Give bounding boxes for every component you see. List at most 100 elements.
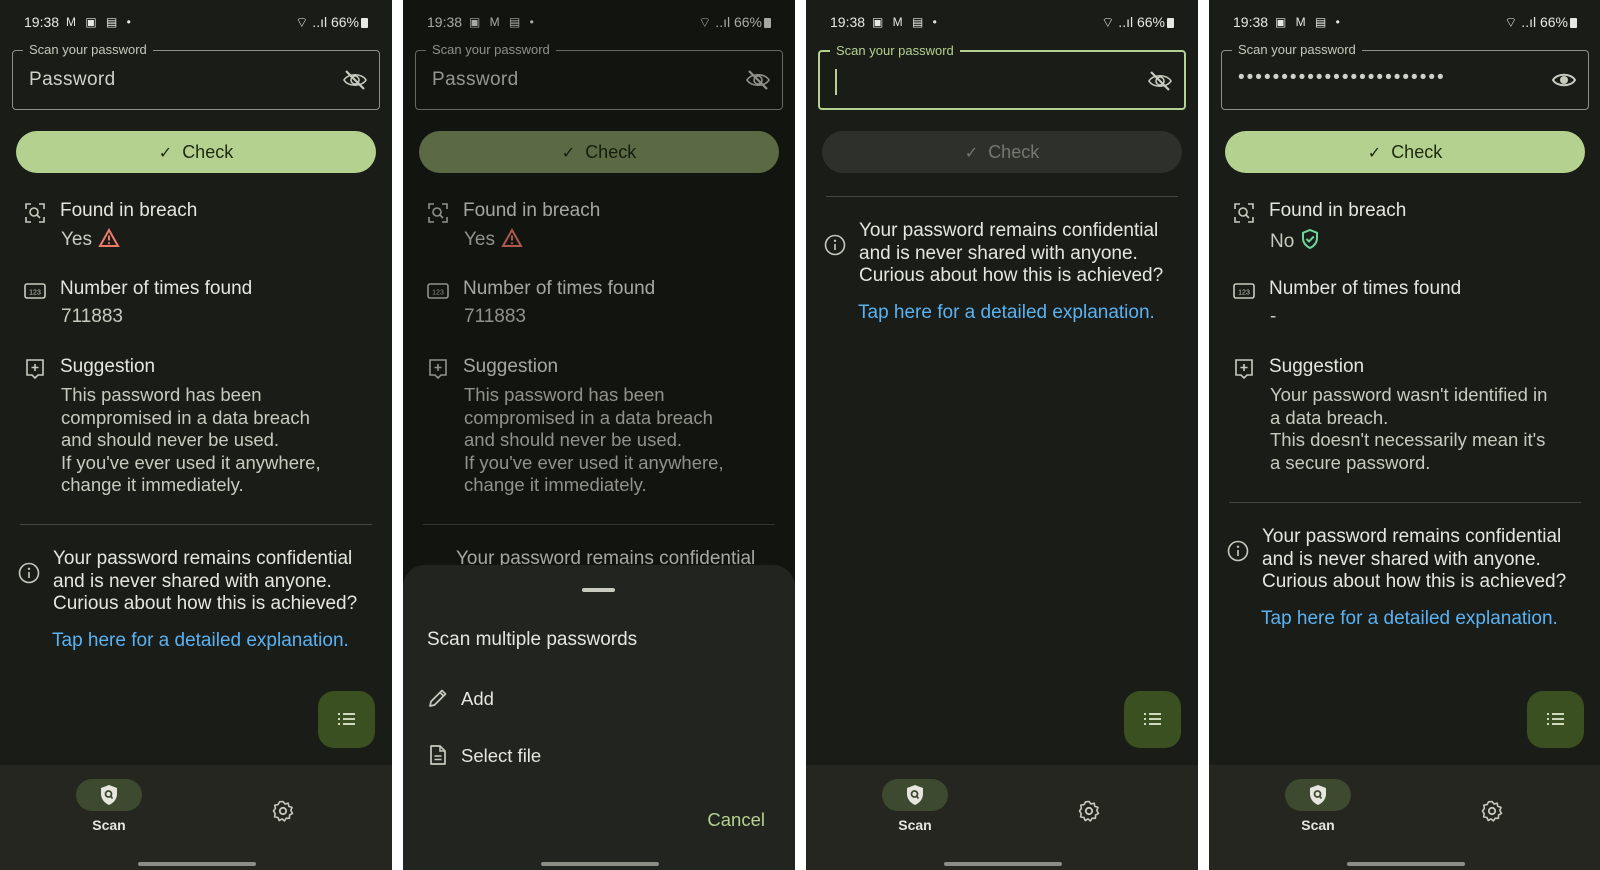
add-option-label: Add [461,688,494,709]
scan-frame-icon [25,203,45,223]
suggestion-text: Your password wasn't identified in a dat… [1270,384,1548,473]
sheet-drag-handle[interactable] [582,588,615,592]
explanation-link[interactable]: Tap here for a detailed explanation. [858,302,1155,324]
screen-not-found: 19:38 ▣ M ▤ • ⌔ ..ıl 66% Scan your passw… [1209,0,1600,870]
check-button-label: Check [988,142,1040,162]
notification-icons: ▣ M ▤ • [1275,15,1343,29]
sheet-title: Scan multiple passwords [427,629,638,650]
password-input-label: Scan your password [23,42,153,57]
password-input-label: Scan your password [1232,42,1362,57]
check-button-label: Check [182,142,234,162]
battery-level: 66% [1136,14,1165,30]
password-input[interactable]: Scan your password [818,43,1186,110]
numbers-123-icon: 123 [24,283,46,299]
settings-gear-icon[interactable] [1480,799,1504,823]
system-icons: ⌔ ..ıl 66% [295,14,368,32]
home-indicator[interactable] [138,862,256,866]
explanation-link[interactable]: Tap here for a detailed explanation. [1261,608,1558,630]
checkmark-icon: ✓ [1367,145,1382,162]
multi-scan-fab[interactable] [1124,691,1181,748]
status-bar: 19:38 ▣ M ▤ • ⌔ ..ıl 66% [830,12,1174,32]
check-button[interactable]: ✓ Check [1225,131,1585,173]
select-file-option-label: Select file [461,745,542,766]
eye-off-icon[interactable] [341,67,369,93]
shield-search-icon [101,785,117,805]
signal-icon: ⌔ ..ıl [1504,14,1540,30]
checkmark-icon: ✓ [964,145,979,162]
nav-scan-label[interactable]: Scan [76,817,142,833]
battery-icon [1570,18,1577,28]
svg-text:123: 123 [1238,290,1250,297]
status-bar: 19:38 ▣ M ▤ • ⌔ ..ıl 66% [1233,12,1577,32]
times-found-value: 711883 [61,306,123,327]
notification-icons: ▣ M ▤ • [872,15,940,29]
eye-off-icon[interactable] [1146,68,1174,94]
list-icon [1547,713,1564,725]
shield-search-icon [907,785,923,805]
suggestion-icon [26,359,44,380]
cancel-button[interactable]: Cancel [707,809,765,831]
home-indicator[interactable] [1347,862,1465,866]
nav-scan-tab[interactable] [882,779,948,811]
screen-scan-multiple-sheet: 19:38 ▣ M ▤ • ⌔ ..ıl 66% Scan your passw… [403,0,795,870]
bottom-navigation: Scan [1209,765,1600,870]
password-placeholder: Password [29,69,116,90]
list-icon [338,713,355,725]
screen-breach-found: 19:38 M ▣ ▤ • ⌔ ..ıl 66% Scan your passw… [0,0,392,870]
bottom-navigation: Scan [0,765,392,870]
found-in-breach-title: Found in breach [1269,200,1407,221]
system-icons: ⌔ ..ıl 66% [1504,14,1577,32]
confidential-text: Your password remains confidential and i… [53,548,358,614]
found-in-breach-value: Yes [61,228,120,251]
nav-scan-label[interactable]: Scan [882,817,948,833]
suggestion-text: This password has been compromised in a … [61,384,321,495]
svg-text:123: 123 [29,290,41,297]
battery-icon [1167,18,1174,28]
battery-level: 66% [330,14,359,30]
home-indicator[interactable] [541,862,659,866]
divider [20,524,372,525]
status-bar: 19:38 M ▣ ▤ • ⌔ ..ıl 66% [24,12,368,32]
select-file-option[interactable]: Select file [427,736,767,776]
password-input[interactable]: Scan your password •••••••••••••••••••••… [1221,42,1589,110]
nav-scan-tab[interactable] [76,779,142,811]
times-found-value: - [1270,306,1277,327]
times-found-title: Number of times found [1269,278,1462,299]
shield-check-icon [1302,228,1319,250]
check-button[interactable]: ✓ Check [16,131,376,173]
nav-scan-label[interactable]: Scan [1285,817,1351,833]
status-time: 19:38 [830,14,866,30]
add-option[interactable]: Add [427,679,767,719]
check-button-label: Check [1391,142,1443,162]
warning-icon [98,228,120,247]
pencil-icon [429,689,447,707]
found-in-breach-value: No [1270,228,1320,253]
signal-icon: ⌔ ..ıl [1101,14,1137,30]
settings-gear-icon[interactable] [271,799,295,823]
numbers-123-icon: 123 [1233,283,1255,299]
breach-no-text: No [1270,231,1295,252]
nav-scan-tab[interactable] [1285,779,1351,811]
settings-gear-icon[interactable] [1077,799,1101,823]
divider [826,196,1178,197]
multi-scan-fab[interactable] [318,691,375,748]
battery-icon [361,18,368,28]
eye-icon[interactable] [1550,67,1578,93]
password-masked-value: •••••••••••••••••••••••• [1238,67,1446,88]
suggestion-title: Suggestion [1269,356,1365,377]
confidential-text: Your password remains confidential and i… [1262,526,1567,592]
password-input[interactable]: Scan your password Password [12,42,380,110]
confidential-text: Your password remains confidential and i… [859,220,1164,286]
divider [1229,502,1581,503]
multi-scan-fab[interactable] [1527,691,1584,748]
bottom-navigation: Scan [806,765,1198,870]
check-button[interactable]: ✓ Check [822,131,1182,173]
explanation-link[interactable]: Tap here for a detailed explanation. [52,630,349,652]
home-indicator[interactable] [944,862,1062,866]
info-icon [1227,540,1249,562]
text-cursor [835,69,837,95]
checkmark-icon: ✓ [158,145,173,162]
status-time: 19:38 [24,14,60,30]
screen-empty-focused: 19:38 ▣ M ▤ • ⌔ ..ıl 66% Scan your passw… [806,0,1198,870]
breach-yes-text: Yes [61,229,92,250]
